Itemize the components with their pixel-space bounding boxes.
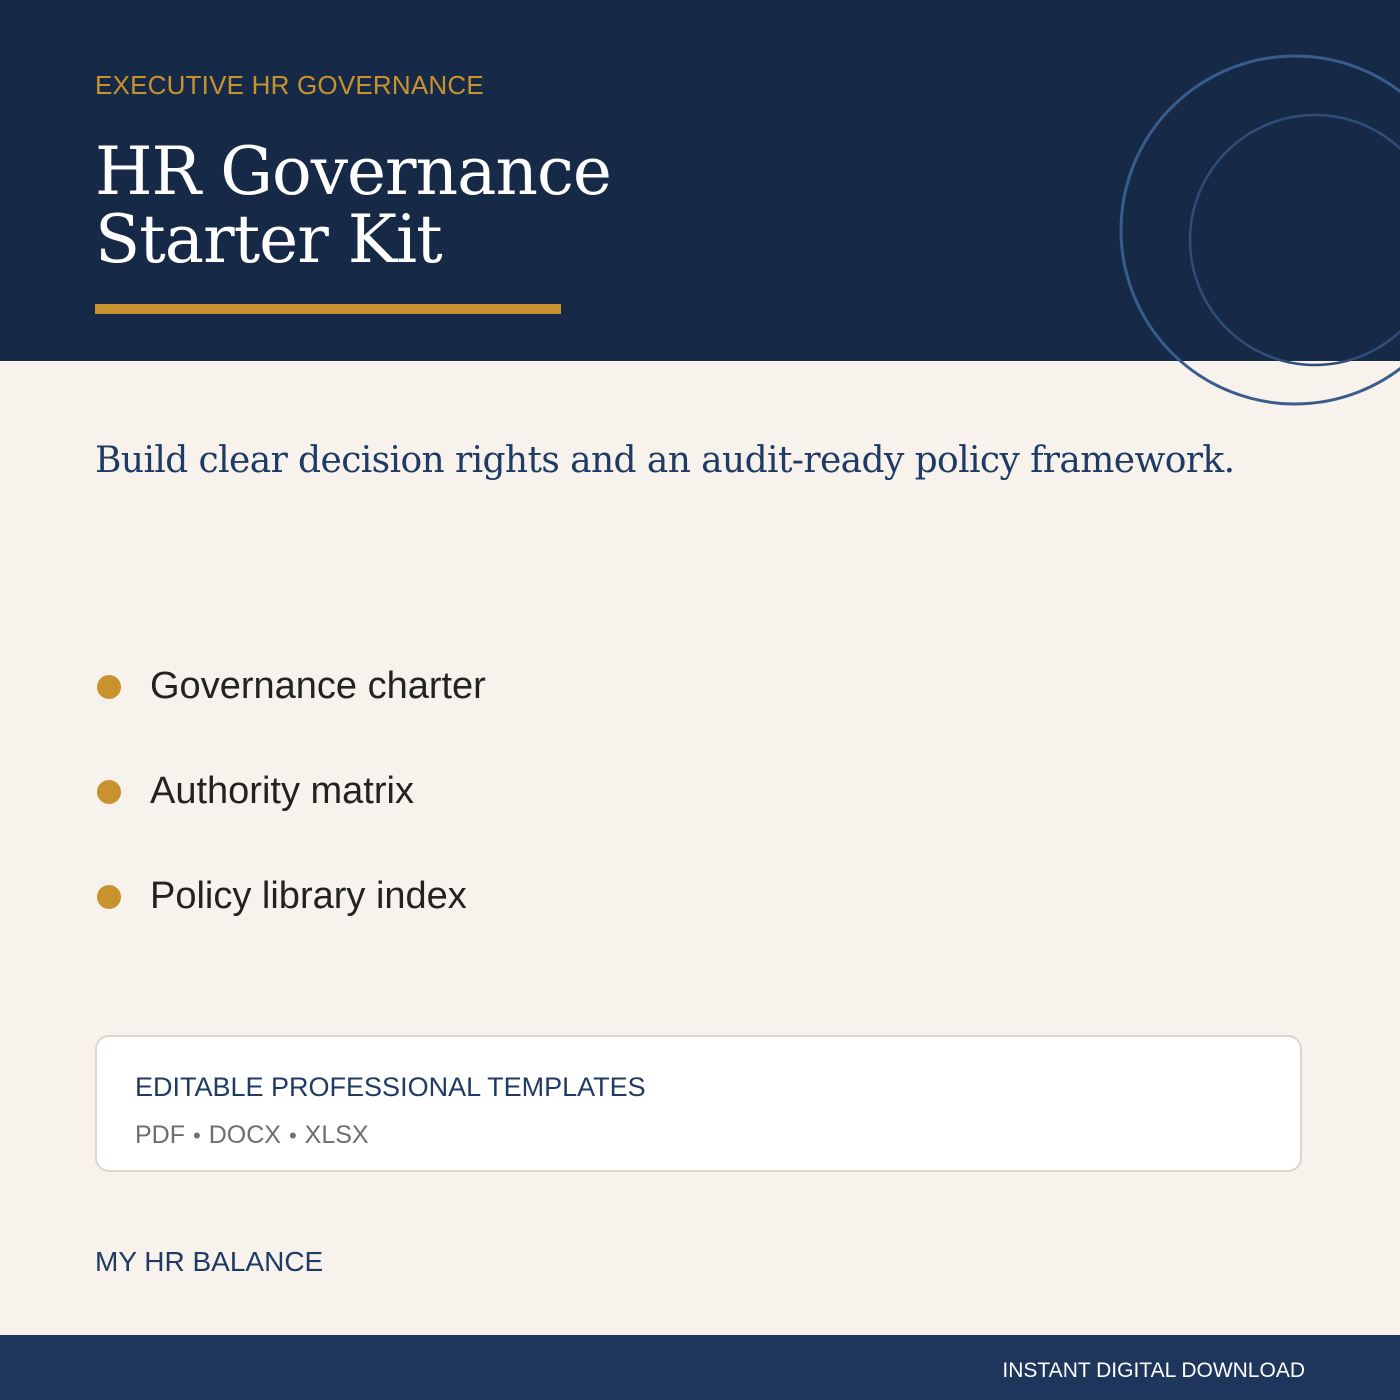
title-line-2: Starter Kit xyxy=(95,201,443,278)
format-separator: • xyxy=(288,1123,297,1148)
brand-name: MY HR BALANCE xyxy=(95,1246,324,1277)
footer-text: INSTANT DIGITAL DOWNLOAD xyxy=(1002,1359,1305,1382)
bullet-dot-icon xyxy=(97,675,121,699)
feature-label: Authority matrix xyxy=(150,770,414,812)
bullet-dot-icon xyxy=(97,780,121,804)
templates-card: EDITABLE PROFESSIONAL TEMPLATES PDF • DOCX… xyxy=(95,1035,1302,1172)
templates-card-title: EDITABLE PROFESSIONAL TEMPLATES xyxy=(135,1072,646,1102)
format-xlsx: XLSX xyxy=(304,1121,369,1149)
format-separator: • xyxy=(193,1123,201,1148)
format-docx: DOCX xyxy=(208,1121,281,1149)
eyebrow-label: EXECUTIVE HR GOVERNANCE xyxy=(95,70,484,100)
footer-bar: INSTANT DIGITAL DOWNLOAD xyxy=(0,1335,1400,1400)
format-pdf: PDF xyxy=(135,1121,185,1149)
feature-label: Policy library index xyxy=(150,875,467,917)
title-underline xyxy=(95,304,561,314)
format-list: PDF • DOCX • XLSX xyxy=(135,1121,369,1150)
feature-label: Governance charter xyxy=(150,665,486,707)
page-title: HR Governance Starter Kit xyxy=(95,133,612,278)
subtitle: Build clear decision rights and an audit… xyxy=(95,440,1235,481)
title-line-1: HR Governance xyxy=(95,133,612,210)
bullet-dot-icon xyxy=(97,885,121,909)
